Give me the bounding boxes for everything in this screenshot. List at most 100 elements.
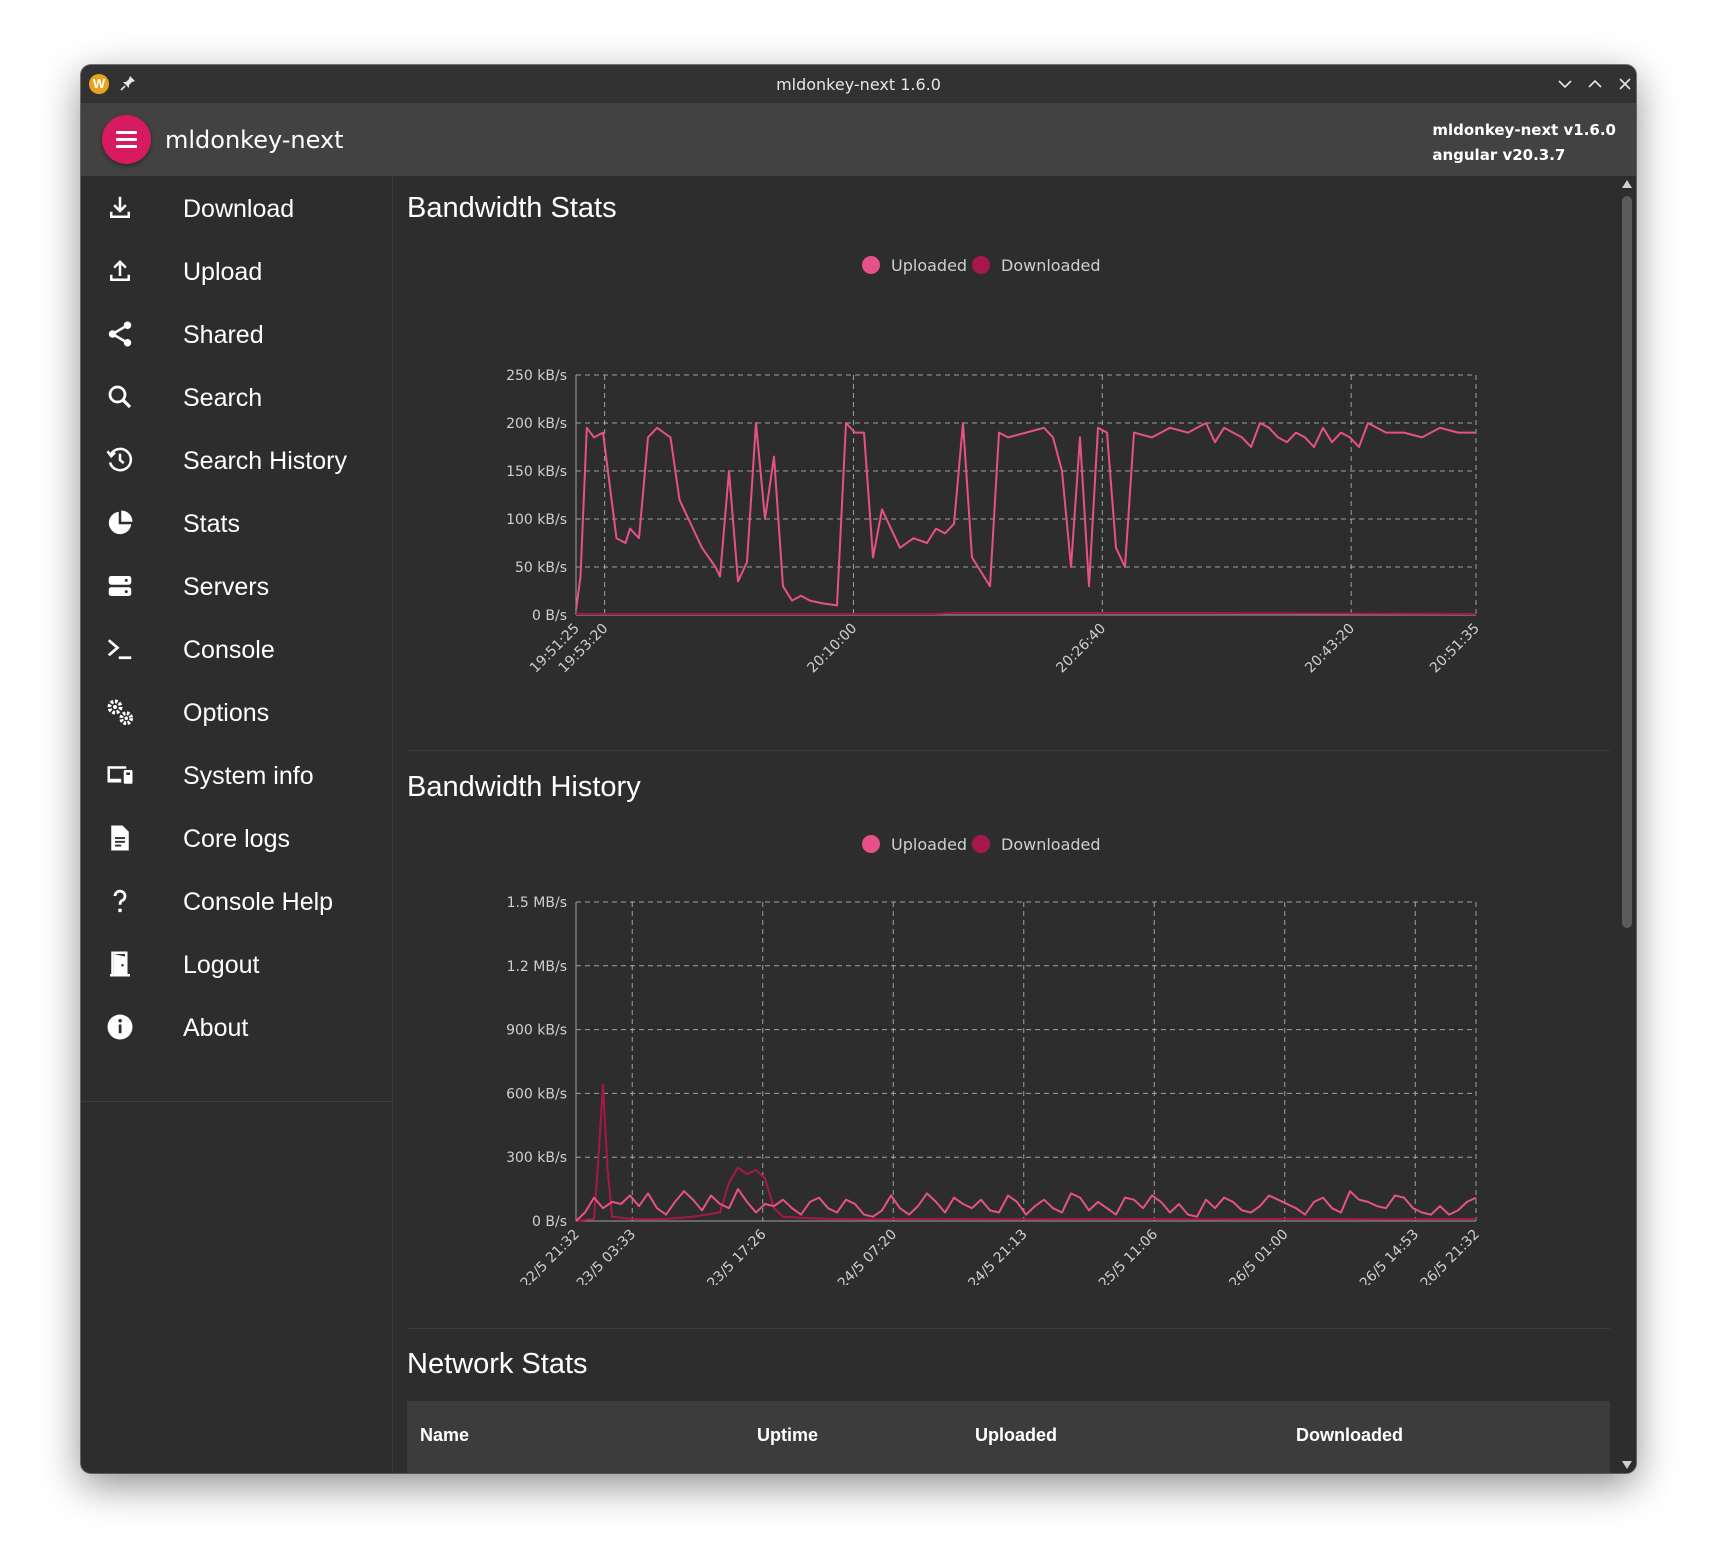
series-line-uploaded <box>575 1188 1477 1222</box>
sidebar-item-label: Console Help <box>183 888 334 916</box>
sidebar: Download Upload Shared Search Search His… <box>81 176 393 1473</box>
app-title: mldonkey-next <box>165 126 344 154</box>
sidebar-item-label: Search History <box>183 447 347 475</box>
angular-version: angular v20.3.7 <box>1432 146 1566 164</box>
x-tick-label: 20:26:40 <box>1053 621 1109 677</box>
main-scrollbar[interactable] <box>1618 176 1636 1473</box>
bandwidth-stats-legend: Uploaded Downloaded <box>862 256 1101 276</box>
terminal-icon <box>107 639 132 660</box>
bandwidth-history-chart: 0 B/s 300 kB/s 600 kB/s 900 kB/s 1.2 MB/s 1.5… <box>506 895 1483 1285</box>
sidebar-item-search-history[interactable]: Search History <box>81 428 392 491</box>
sidebar-item-label: Logout <box>183 951 260 979</box>
x-tick-label: 26/5 14:53 <box>1357 1227 1422 1285</box>
app-version: mldonkey-next v1.6.0 <box>1432 121 1616 139</box>
column-header-name[interactable]: Name <box>420 1425 469 1446</box>
series-line-uploaded <box>575 422 1476 611</box>
legend-uploaded-label: Uploaded <box>891 835 968 854</box>
legend-downloaded-label: Downloaded <box>1001 256 1101 275</box>
main-content: Bandwidth Stats Uploaded Downloaded 0 B/… <box>393 176 1636 1473</box>
share-icon <box>108 321 132 347</box>
scroll-down-arrow[interactable] <box>1622 1461 1632 1469</box>
sidebar-divider <box>81 1101 392 1102</box>
sidebar-item-label: Stats <box>183 510 240 538</box>
legend-downloaded-swatch[interactable] <box>972 256 990 274</box>
network-stats-table-header: Name Uptime Uploaded Downloaded <box>407 1401 1610 1473</box>
info-icon <box>107 1014 133 1040</box>
pie-chart-icon <box>108 510 133 535</box>
scrollbar-thumb[interactable] <box>1622 196 1632 928</box>
sidebar-item-shared[interactable]: Shared <box>81 302 392 365</box>
minimize-icon[interactable] <box>1555 74 1575 94</box>
gears-icon <box>107 699 134 726</box>
sidebar-item-upload[interactable]: Upload <box>81 239 392 302</box>
bandwidth-history-legend: Uploaded Downloaded <box>862 835 1101 855</box>
version-info: mldonkey-next v1.6.0 angular v20.3.7 <box>1432 118 1616 168</box>
window-titlebar: W mldonkey-next 1.6.0 <box>81 65 1636 103</box>
series-line-downloaded <box>576 612 1477 615</box>
y-tick-label: 250 kB/s <box>506 368 567 384</box>
bandwidth-history-title: Bandwidth History <box>407 771 641 803</box>
servers-icon <box>108 576 132 596</box>
sidebar-item-download[interactable]: Download <box>81 176 392 239</box>
sidebar-item-label: Search <box>183 384 263 412</box>
bandwidth-stats-chart: 0 B/s 50 kB/s 100 kB/s 150 kB/s 200 kB/s 250 … <box>506 368 1483 677</box>
x-tick-label: 20:10:00 <box>805 621 861 677</box>
close-icon[interactable] <box>1615 74 1635 94</box>
sidebar-item-label: Upload <box>183 258 263 286</box>
column-header-downloaded[interactable]: Downloaded <box>1296 1425 1403 1446</box>
maximize-icon[interactable] <box>1585 74 1605 94</box>
sidebar-item-stats[interactable]: Stats <box>81 491 392 554</box>
sidebar-item-search[interactable]: Search <box>81 365 392 428</box>
x-tick-label: 23/5 03:33 <box>574 1227 639 1285</box>
y-tick-label: 1.2 MB/s <box>507 959 567 975</box>
devices-icon <box>107 766 133 784</box>
sidebar-item-system-info[interactable]: System info <box>81 743 392 806</box>
app-window: W mldonkey-next 1.6.0 mldonkey-next mldo… <box>81 65 1636 1473</box>
sidebar-item-label: Servers <box>183 573 270 601</box>
sidebar-item-label: System info <box>183 762 314 790</box>
sidebar-item-label: Console <box>183 636 275 664</box>
column-header-uploaded[interactable]: Uploaded <box>975 1425 1057 1446</box>
window-title: mldonkey-next 1.6.0 <box>776 75 941 94</box>
sidebar-item-label: Shared <box>183 321 264 349</box>
sidebar-item-options[interactable]: Options <box>81 680 392 743</box>
sidebar-item-label: Core logs <box>183 825 290 853</box>
sidebar-item-label: Download <box>183 195 295 223</box>
bandwidth-stats-title: Bandwidth Stats <box>407 192 617 224</box>
network-stats-title: Network Stats <box>407 1348 588 1380</box>
x-tick-label: 26/5 21:32 <box>1418 1227 1483 1285</box>
menu-button[interactable] <box>102 115 151 164</box>
sidebar-item-logout[interactable]: Logout <box>81 932 392 995</box>
legend-uploaded-swatch[interactable] <box>862 256 880 274</box>
x-tick-label: 24/5 21:13 <box>965 1227 1030 1285</box>
column-header-uptime[interactable]: Uptime <box>757 1425 818 1446</box>
x-tick-label: 25/5 11:06 <box>1096 1226 1161 1285</box>
legend-downloaded-swatch[interactable] <box>972 835 990 853</box>
y-tick-label: 0 B/s <box>532 1214 567 1230</box>
legend-uploaded-swatch[interactable] <box>862 835 880 853</box>
sidebar-item-label: About <box>183 1014 249 1042</box>
x-tick-label: 26/5 01:00 <box>1226 1227 1291 1285</box>
sidebar-item-core-logs[interactable]: Core logs <box>81 806 392 869</box>
y-tick-label: 200 kB/s <box>506 416 567 432</box>
scroll-up-arrow[interactable] <box>1622 180 1632 188</box>
y-tick-label: 50 kB/s <box>515 560 567 576</box>
y-tick-label: 300 kB/s <box>506 1150 567 1166</box>
y-tick-label: 150 kB/s <box>506 464 567 480</box>
history-icon <box>106 447 133 472</box>
x-tick-label: 24/5 07:20 <box>835 1227 900 1285</box>
y-tick-label: 600 kB/s <box>506 1086 567 1102</box>
section-divider <box>407 750 1610 751</box>
x-tick-label: 20:43:20 <box>1302 621 1358 677</box>
sidebar-item-about[interactable]: About <box>81 995 392 1058</box>
section-divider <box>407 1328 1610 1329</box>
y-tick-label: 100 kB/s <box>506 512 567 528</box>
sidebar-item-console[interactable]: Console <box>81 617 392 680</box>
sidebar-item-console-help[interactable]: Console Help <box>81 869 392 932</box>
y-tick-label: 1.5 MB/s <box>507 895 567 911</box>
y-tick-label: 0 B/s <box>532 608 567 624</box>
app-toolbar: mldonkey-next mldonkey-next v1.6.0 angul… <box>81 103 1636 176</box>
sidebar-item-servers[interactable]: Servers <box>81 554 392 617</box>
x-tick-label: 23/5 17:26 <box>704 1226 769 1285</box>
legend-downloaded-label: Downloaded <box>1001 835 1101 854</box>
